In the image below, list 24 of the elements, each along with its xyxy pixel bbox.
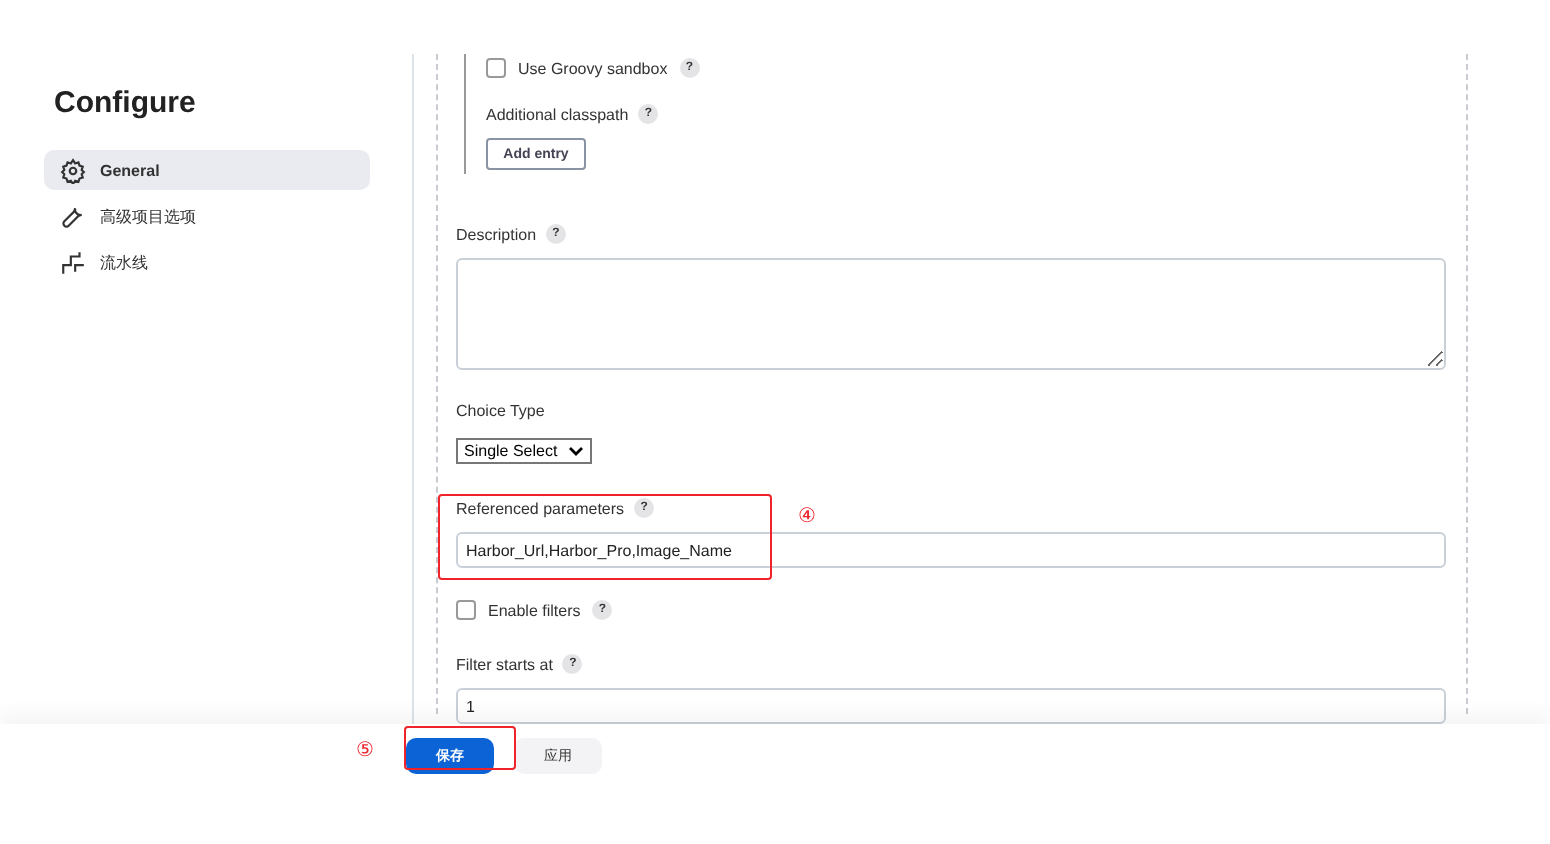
checkbox[interactable] bbox=[486, 58, 506, 78]
checkbox-label: Use Groovy sandbox bbox=[518, 59, 668, 77]
gear-icon bbox=[60, 157, 86, 183]
field-label: Choice Type bbox=[456, 401, 545, 419]
wrench-icon bbox=[60, 203, 86, 229]
field-label: Description bbox=[456, 225, 537, 243]
pipeline-icon bbox=[60, 249, 86, 275]
filter-start-field[interactable]: 1 bbox=[456, 688, 1446, 724]
step-number: ④ bbox=[798, 506, 816, 528]
referenced-parameters-field[interactable]: Harbor_Url,Harbor_Pro,Image_Name bbox=[456, 532, 1446, 568]
checkbox[interactable] bbox=[456, 600, 476, 620]
sidebar-item[interactable]: General bbox=[44, 150, 370, 190]
choice-type-dropdown[interactable]: Single Select bbox=[456, 438, 592, 464]
highlight-frame bbox=[404, 726, 516, 770]
sidebar-item[interactable]: 流水线 bbox=[44, 242, 370, 282]
checkbox-label: Enable filters bbox=[488, 601, 581, 619]
page-title: Configure bbox=[54, 86, 198, 120]
field-label: Additional classpath bbox=[486, 105, 629, 123]
description-field[interactable] bbox=[456, 258, 1446, 370]
caret-icon bbox=[567, 445, 584, 457]
field-label: Filter starts at bbox=[456, 655, 553, 673]
field-label: Referenced parameters bbox=[456, 499, 625, 517]
step-number: ⑤ bbox=[356, 740, 374, 762]
sidebar-item[interactable]: 高级项目选项 bbox=[44, 196, 370, 236]
